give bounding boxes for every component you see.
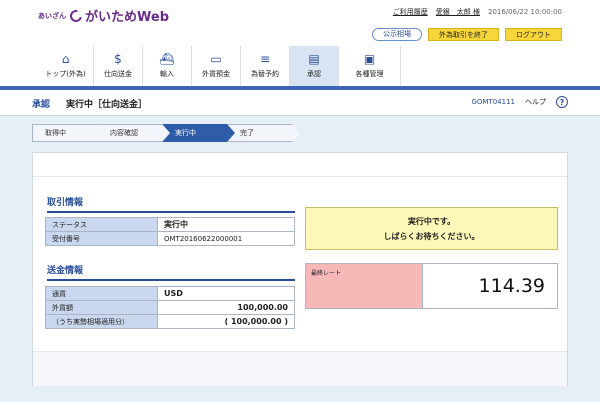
content-card: 取引情報 ステータス 実行中 受付番号 OMT20160622000001 送金…: [32, 152, 568, 386]
deposit-icon: ▭: [210, 52, 222, 66]
remit-icon: $: [114, 52, 122, 66]
logo-mark-icon: [67, 7, 85, 24]
table-row: ステータス 実行中: [45, 217, 295, 232]
header: あいざん がいためWeb ご利用履歴 愛銀 太郎 様 2016/06/22 10…: [0, 0, 600, 90]
step-fetching: 取得中: [32, 124, 105, 142]
receipt-no-value: OMT20160622000001: [157, 231, 295, 246]
card-header-strip: [33, 153, 567, 177]
home-icon: ⌂: [61, 52, 70, 66]
nav-label: 輸入: [160, 70, 174, 78]
nav-item-exchange[interactable]: ≡ 為替予約: [241, 46, 290, 86]
approve-icon: ▤: [308, 52, 320, 66]
usage-history-link[interactable]: ご利用履歴: [393, 7, 428, 17]
screen-code: GOMT04111: [471, 98, 515, 106]
table-row: 外貨額 100,000.00: [45, 300, 295, 315]
card-footer: [33, 351, 567, 386]
fx-amount-value: 100,000.00: [157, 300, 295, 315]
message-line-1: 実行中です。: [407, 216, 456, 226]
help-icon[interactable]: ?: [556, 96, 568, 108]
nav-label: トップ(外為): [45, 70, 86, 78]
step-executing: 実行中: [162, 124, 235, 142]
nav-label: 外貨預金: [202, 70, 230, 78]
nav-item-top[interactable]: ⌂ トップ(外為): [38, 46, 94, 86]
fx-amount-label: 外貨額: [45, 300, 158, 315]
progress-steps: 取得中 内容確認 実行中 完了: [32, 124, 300, 142]
processing-message: 実行中です。 しばらくお待ちください。: [305, 207, 558, 250]
nav-item-deposit[interactable]: ▭ 外貨預金: [192, 46, 241, 86]
page-category: 承認: [32, 100, 51, 110]
import-icon: ⛴: [159, 52, 175, 66]
title-bar: 承認 実行中［仕向送金］ GOMT04111 ヘルプ ?: [0, 90, 600, 116]
page-title: 実行中［仕向送金］: [66, 100, 148, 110]
status-label: ステータス: [45, 217, 158, 232]
table-row: 通貨 USD: [45, 286, 295, 301]
nav-item-import[interactable]: ⛴ 輸入: [143, 46, 192, 86]
market-rate-portion-label: （うち実勢相場適用分）: [45, 314, 158, 329]
nav-item-remit[interactable]: $ 仕向送金: [94, 46, 143, 86]
logo[interactable]: あいざん がいためWeb: [38, 6, 169, 25]
table-row: 受付番号 OMT20160622000001: [45, 231, 295, 246]
nav-label: 為替予約: [251, 70, 279, 78]
status-value: 実行中: [157, 217, 295, 232]
remit-info-table: 通貨 USD 外貨額 100,000.00 （うち実勢相場適用分） ( 100,…: [45, 286, 295, 329]
currency-value: USD: [157, 286, 295, 301]
nav-label: 仕向送金: [104, 70, 132, 78]
remit-info-title: 送金情報: [47, 263, 295, 281]
final-rate-box: 最終レート 114.39: [305, 263, 558, 309]
help-link[interactable]: ヘルプ: [525, 97, 546, 107]
exchange-icon: ≡: [259, 52, 271, 66]
user-name[interactable]: 愛銀 太郎 様: [436, 7, 480, 17]
step-complete: 完了: [227, 124, 300, 142]
nav-item-approve[interactable]: ▤ 承認: [290, 46, 339, 86]
header-buttons: 公示相場 外為取引を終了 ログアウト: [372, 28, 562, 41]
nav-label: 各種管理: [355, 70, 384, 78]
final-rate-value: 114.39: [478, 275, 545, 297]
step-confirm: 内容確認: [97, 124, 170, 142]
market-rate-portion-value: ( 100,000.00 ): [157, 314, 295, 329]
manage-icon: ▣: [363, 52, 376, 66]
global-nav: ⌂ トップ(外為) $ 仕向送金 ⛴ 輸入 ▭ 外貨預金 ≡ 為替予約 ▤ 承認…: [38, 46, 401, 86]
user-bar: ご利用履歴 愛銀 太郎 様 2016/06/22 10:00:00: [393, 7, 562, 17]
transaction-info-title: 取引情報: [47, 195, 295, 213]
table-row: （うち実勢相場適用分） ( 100,000.00 ): [45, 314, 295, 329]
logout-button[interactable]: ログアウト: [505, 28, 562, 41]
logo-text: がいためWeb: [85, 10, 169, 25]
end-fx-button[interactable]: 外為取引を終了: [428, 28, 499, 41]
public-rate-button[interactable]: 公示相場: [372, 28, 422, 41]
currency-label: 通貨: [45, 286, 158, 301]
transaction-info-table: ステータス 実行中 受付番号 OMT20160622000001: [45, 217, 295, 246]
login-datetime: 2016/06/22 10:00:00: [487, 8, 562, 16]
final-rate-label: 最終レート: [306, 264, 423, 308]
nav-label: 承認: [307, 70, 321, 78]
receipt-no-label: 受付番号: [45, 231, 158, 246]
nav-item-manage[interactable]: ▣ 各種管理: [339, 46, 401, 86]
message-line-2: しばらくお待ちください。: [383, 231, 480, 241]
logo-small-text: あいざん: [38, 11, 66, 20]
